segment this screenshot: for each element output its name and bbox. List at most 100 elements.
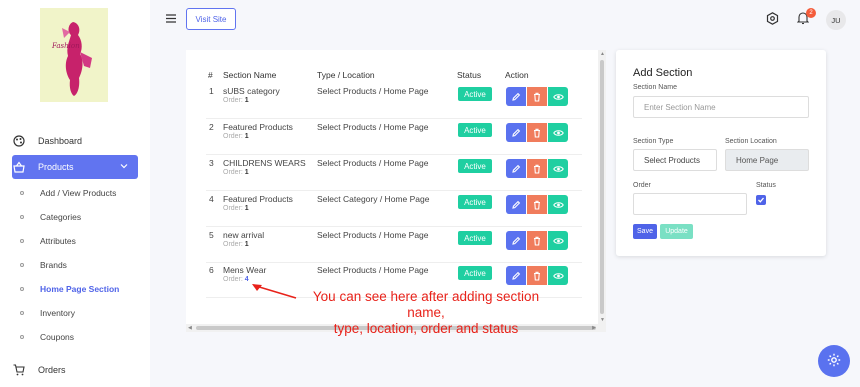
status-badge: Active — [458, 123, 492, 137]
view-button[interactable] — [548, 195, 568, 214]
pencil-icon — [512, 164, 521, 173]
status-badge: Active — [458, 231, 492, 245]
status-badge: Active — [458, 195, 492, 209]
bullet-icon — [20, 335, 24, 339]
column-header-section-name: Section Name — [223, 70, 277, 80]
eye-icon — [552, 129, 564, 136]
edit-button[interactable] — [506, 123, 526, 142]
trash-icon — [534, 164, 540, 174]
order-value: 4 — [244, 276, 249, 283]
edit-button[interactable] — [506, 87, 526, 106]
order-label: Order: — [223, 205, 243, 212]
sidebar-subitem-label: Add / View Products — [40, 188, 117, 198]
row-order: Order: 1 — [223, 133, 249, 140]
sidebar-subitem-label: Categories — [40, 212, 82, 222]
sidebar-item-label: Products — [38, 162, 74, 172]
save-button[interactable]: Save — [633, 224, 657, 239]
delete-button[interactable] — [527, 231, 547, 250]
section-name-input[interactable]: Enter Section Name — [633, 96, 809, 118]
annotation-line-1: You can see here after adding section na… — [312, 289, 540, 320]
delete-button[interactable] — [527, 195, 547, 214]
hamburger-menu-icon[interactable] — [166, 14, 176, 25]
edit-button[interactable] — [506, 195, 526, 214]
section-name-label: Section Name — [633, 84, 677, 91]
eye-icon — [552, 201, 564, 208]
sidebar-item-dashboard[interactable]: Dashboard — [12, 129, 138, 153]
view-button[interactable] — [548, 266, 568, 285]
delete-button[interactable] — [527, 159, 547, 178]
row-order: Order: 1 — [223, 205, 249, 212]
brand-logo[interactable]: Fashion — [40, 8, 108, 102]
row-number: 3 — [209, 158, 214, 168]
order-input[interactable] — [633, 193, 747, 215]
visit-site-button[interactable]: Visit Site — [186, 8, 236, 30]
settings-fab[interactable] — [818, 345, 850, 377]
sidebar-subitem-label: Coupons — [40, 332, 75, 342]
annotation-text: You can see here after adding section na… — [296, 289, 556, 337]
column-header-type-location: Type / Location — [317, 70, 375, 80]
delete-button[interactable] — [527, 87, 547, 106]
chevron-down-icon — [120, 162, 128, 172]
bullet-icon — [20, 191, 24, 195]
sidebar-subitem-home-page-section[interactable]: Home Page Section — [20, 284, 119, 294]
row-order: Order: 4 — [223, 276, 249, 283]
trash-icon — [534, 271, 540, 281]
bullet-icon — [20, 287, 24, 291]
order-label: Order: — [223, 133, 243, 140]
delete-button[interactable] — [527, 123, 547, 142]
row-type-location: Select Category / Home Page — [317, 194, 430, 204]
order-value: 1 — [244, 133, 249, 140]
eye-icon — [552, 237, 564, 244]
basket-icon — [12, 160, 26, 174]
sidebar-subitem-inventory[interactable]: Inventory — [20, 308, 75, 318]
status-badge: Active — [458, 159, 492, 173]
sidebar-subitem-attributes[interactable]: Attributes — [20, 236, 76, 246]
avatar[interactable]: JU — [826, 10, 846, 30]
status-checkbox[interactable] — [756, 195, 766, 205]
row-number: 5 — [209, 230, 214, 240]
form-title: Add Section — [633, 67, 693, 79]
delete-button[interactable] — [527, 266, 547, 285]
status-label: Status — [756, 182, 776, 189]
column-header-action: Action — [505, 70, 529, 80]
edit-button[interactable] — [506, 159, 526, 178]
sidebar-subitem-categories[interactable]: Categories — [20, 212, 81, 222]
status-badge: Active — [458, 87, 492, 101]
row-section-name: new arrival — [223, 230, 265, 240]
view-button[interactable] — [548, 231, 568, 250]
bullet-icon — [20, 215, 24, 219]
settings-icon[interactable] — [766, 12, 779, 27]
add-section-form: Add Section Section Name Enter Section N… — [616, 50, 826, 256]
row-section-name: Featured Products — [223, 194, 293, 204]
section-type-select[interactable]: Select Products — [633, 149, 717, 171]
palette-icon — [12, 134, 26, 148]
row-type-location: Select Products / Home Page — [317, 86, 429, 96]
sidebar-subitem-add-view-products[interactable]: Add / View Products — [20, 188, 116, 198]
row-number: 6 — [209, 265, 214, 275]
view-button[interactable] — [548, 87, 568, 106]
notification-badge: 2 — [806, 8, 816, 18]
view-button[interactable] — [548, 159, 568, 178]
sidebar-subitem-brands[interactable]: Brands — [20, 260, 67, 270]
row-type-location: Select Products / Home Page — [317, 230, 429, 240]
sidebar-item-orders[interactable]: Orders — [12, 358, 138, 382]
sidebar-subitem-coupons[interactable]: Coupons — [20, 332, 74, 342]
sidebar-item-label: Dashboard — [38, 136, 83, 146]
edit-button[interactable] — [506, 231, 526, 250]
sidebar-subitem-label: Brands — [40, 260, 67, 270]
update-button[interactable]: Update — [660, 224, 693, 239]
section-location-field: Home Page — [725, 149, 809, 171]
sidebar-item-products[interactable]: Products — [12, 155, 138, 179]
pencil-icon — [512, 271, 521, 280]
edit-button[interactable] — [506, 266, 526, 285]
row-section-name: CHILDRENS WEARS — [223, 158, 306, 168]
row-type-location: Select Products / Home Page — [317, 265, 429, 275]
order-label: Order: — [223, 241, 243, 248]
section-type-label: Section Type — [633, 138, 674, 145]
row-number: 4 — [209, 194, 214, 204]
vertical-scrollbar[interactable]: ▲ ▼ — [598, 50, 606, 324]
view-button[interactable] — [548, 123, 568, 142]
cart-icon — [12, 363, 26, 377]
row-type-location: Select Products / Home Page — [317, 122, 429, 132]
table-row: 5 new arrival Order: 1 Select Products / Ho… — [186, 227, 602, 263]
